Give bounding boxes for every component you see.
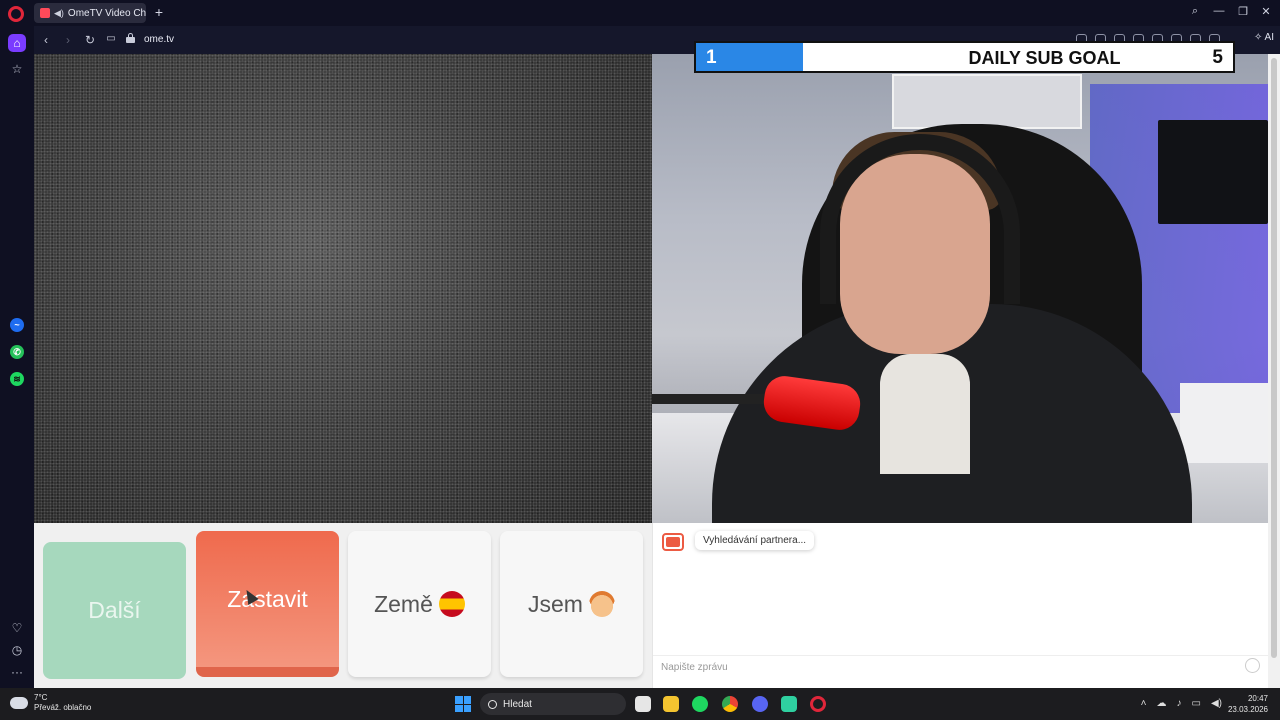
whatsapp-icon[interactable]: ✆ [10, 345, 24, 359]
weather-temp: 7°C [34, 693, 48, 702]
star-icon[interactable]: ☆ [8, 60, 26, 78]
status-message: Vyhledávání partnera... [695, 531, 815, 550]
clock-time: 20:47 [1247, 694, 1268, 703]
spotify-icon[interactable]: ≋ [10, 372, 24, 386]
microphone-icon[interactable]: ♪ [1177, 698, 1182, 709]
search-icon[interactable]: ⌕ [1187, 5, 1203, 18]
back-icon[interactable]: ‹ [39, 33, 53, 47]
chevron-up-icon[interactable]: ˄ [1141, 698, 1147, 709]
new-tab-button[interactable]: + [152, 5, 166, 19]
more-icon[interactable]: ··· [8, 663, 26, 681]
partner-video [34, 54, 652, 523]
spain-flag-icon [438, 591, 465, 617]
taskbar: 7°C Převáž. oblačno Hledat ˄ ☁ ♪ ▭ ◀) 20… [0, 688, 1280, 720]
ai-button[interactable]: ✧ AI [1254, 32, 1274, 43]
spotify-icon[interactable] [692, 696, 708, 712]
gender-button[interactable]: Jsem [500, 531, 643, 677]
minimize-icon[interactable]: — [1211, 5, 1227, 17]
windows-start-icon[interactable] [455, 696, 471, 712]
next-button[interactable]: Další [43, 542, 186, 679]
cloud-icon [10, 697, 28, 709]
clock-date: 23.03.2026 [1227, 705, 1268, 714]
scrollbar[interactable] [1268, 54, 1280, 688]
lock-icon [126, 33, 135, 43]
tab-ometv[interactable]: ◀) OmeTV Video Chat - [34, 3, 146, 23]
url-field[interactable]: ome.tv [144, 34, 174, 45]
history-icon[interactable]: ◷ [8, 641, 26, 659]
forward-icon[interactable]: › [61, 33, 75, 47]
opera-logo-icon[interactable] [8, 6, 24, 22]
taskbar-search-label: Hledat [503, 698, 532, 710]
stop-button[interactable]: Zastavit [196, 531, 339, 677]
weather-desc: Převáž. oblačno [34, 703, 92, 712]
task-view-icon[interactable] [635, 696, 651, 712]
tab-bar: ◀) OmeTV Video Chat - + ⌕ — ❐ ✕ [0, 0, 1280, 26]
tab-favicon-icon [40, 8, 50, 18]
close-icon[interactable]: ✕ [1258, 5, 1274, 18]
taskbar-search[interactable]: Hledat [480, 693, 626, 715]
sub-goal-title: DAILY SUB GOAL [968, 48, 1121, 68]
chat-panel: Vyhledávání partnera... Napište zprávu [652, 523, 1269, 688]
messenger-icon[interactable]: ~ [10, 318, 24, 332]
country-label: Země [374, 590, 433, 617]
heart-icon[interactable]: ♡ [8, 619, 26, 637]
sidebar: ⌂ ☆ ~ ✆ ≋ ♡ ◷ ··· [0, 26, 34, 688]
search-icon [488, 699, 497, 709]
sub-goal-title-wrap: DAILY SUB GOAL [696, 48, 1233, 69]
reload-icon[interactable]: ↻ [83, 33, 97, 47]
opera-taskbar-icon[interactable] [810, 696, 826, 712]
country-button[interactable]: Země [348, 531, 491, 677]
control-panel: Další Zastavit Země Jsem [34, 523, 652, 688]
speaker-icon[interactable]: ◀) [54, 8, 64, 19]
camera-icon[interactable]: ▭ [104, 33, 118, 44]
volume-icon[interactable]: ◀) [1211, 698, 1222, 709]
tab-title: OmeTV Video Chat - [67, 7, 146, 19]
stop-label: Zastavit [227, 585, 308, 612]
gender-label: Jsem [528, 590, 583, 617]
sub-goal-bar: 1 DAILY SUB GOAL 5 [694, 41, 1235, 73]
scrollbar-thumb[interactable] [1271, 58, 1277, 658]
cloud-sync-icon[interactable]: ☁ [1157, 698, 1167, 709]
emoji-icon[interactable] [1245, 658, 1260, 673]
file-explorer-icon[interactable] [663, 696, 679, 712]
clock[interactable]: 20:47 23.03.2026 [1228, 693, 1268, 715]
home-icon[interactable]: ⌂ [8, 34, 26, 52]
discord-icon[interactable] [752, 696, 768, 712]
next-label: Další [88, 597, 141, 623]
weather-widget[interactable]: 7°C Převáž. oblačno [10, 693, 91, 713]
maximize-icon[interactable]: ❐ [1235, 5, 1251, 18]
system-tray: ˄ ☁ ♪ ▭ ◀) [1141, 698, 1222, 709]
chrome-icon[interactable] [722, 696, 738, 712]
ometv-logo-icon [662, 533, 684, 551]
ai-label: AI [1264, 32, 1274, 43]
boy-face-icon [588, 591, 615, 617]
network-icon[interactable]: ▭ [1192, 698, 1201, 709]
app-icon[interactable] [781, 696, 797, 712]
sub-goal-target: 5 [1212, 47, 1223, 68]
chat-input[interactable]: Napište zprávu [653, 655, 1269, 677]
self-camera-video [652, 54, 1280, 523]
